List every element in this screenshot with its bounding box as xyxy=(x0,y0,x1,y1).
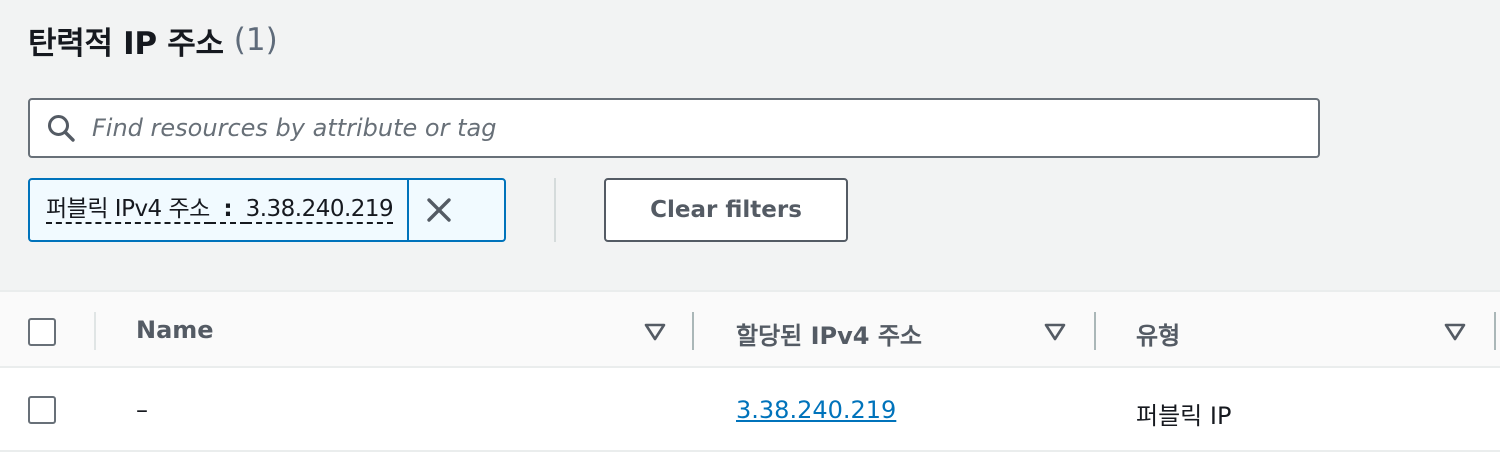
sort-icon[interactable] xyxy=(1444,322,1466,342)
filter-token-value: 3.38.240.219 xyxy=(245,196,394,225)
column-header-name: Name xyxy=(136,316,214,344)
resource-count: (1) xyxy=(233,22,278,58)
column-divider xyxy=(94,312,96,350)
search-icon xyxy=(44,111,78,145)
toolbar-divider xyxy=(554,178,556,242)
elastic-ip-table: Name 할당된 IPv4 주소 유형 – 3.38.240.219 퍼블릭 I… xyxy=(0,290,1500,458)
column-header-type: 유형 xyxy=(1136,322,1181,350)
page-title: 탄력적 IP 주소 xyxy=(28,25,224,62)
page-header: 탄력적 IP 주소 (1) xyxy=(28,18,278,62)
row-checkbox[interactable] xyxy=(28,396,56,424)
sort-icon[interactable] xyxy=(644,322,666,342)
remove-filter-button[interactable] xyxy=(407,180,469,240)
filter-token: 퍼블릭 IPv4 주소 : 3.38.240.219 xyxy=(28,178,506,242)
filter-token-key: 퍼블릭 IPv4 주소 xyxy=(46,196,210,225)
column-header-allocated-ipv4: 할당된 IPv4 주소 xyxy=(736,322,922,350)
table-header: Name 할당된 IPv4 주소 유형 xyxy=(0,292,1500,368)
cell-name: – xyxy=(136,396,148,424)
filter-token-label[interactable]: 퍼블릭 IPv4 주소 : 3.38.240.219 xyxy=(30,180,407,240)
column-resizer[interactable] xyxy=(1094,312,1096,350)
search-input[interactable] xyxy=(92,100,1318,156)
select-all-checkbox[interactable] xyxy=(28,318,56,346)
column-resizer[interactable] xyxy=(1494,312,1496,350)
table-row[interactable]: – 3.38.240.219 퍼블릭 IP xyxy=(0,370,1500,452)
sort-icon[interactable] xyxy=(1044,322,1066,342)
close-icon xyxy=(427,198,451,222)
filter-token-operator: : xyxy=(209,196,246,225)
cell-allocated-ipv4-link[interactable]: 3.38.240.219 xyxy=(736,396,896,424)
search-field[interactable] xyxy=(28,98,1320,158)
cell-type: 퍼블릭 IP xyxy=(1136,402,1232,430)
clear-filters-button[interactable]: Clear filters xyxy=(604,178,848,242)
column-resizer[interactable] xyxy=(692,312,694,350)
